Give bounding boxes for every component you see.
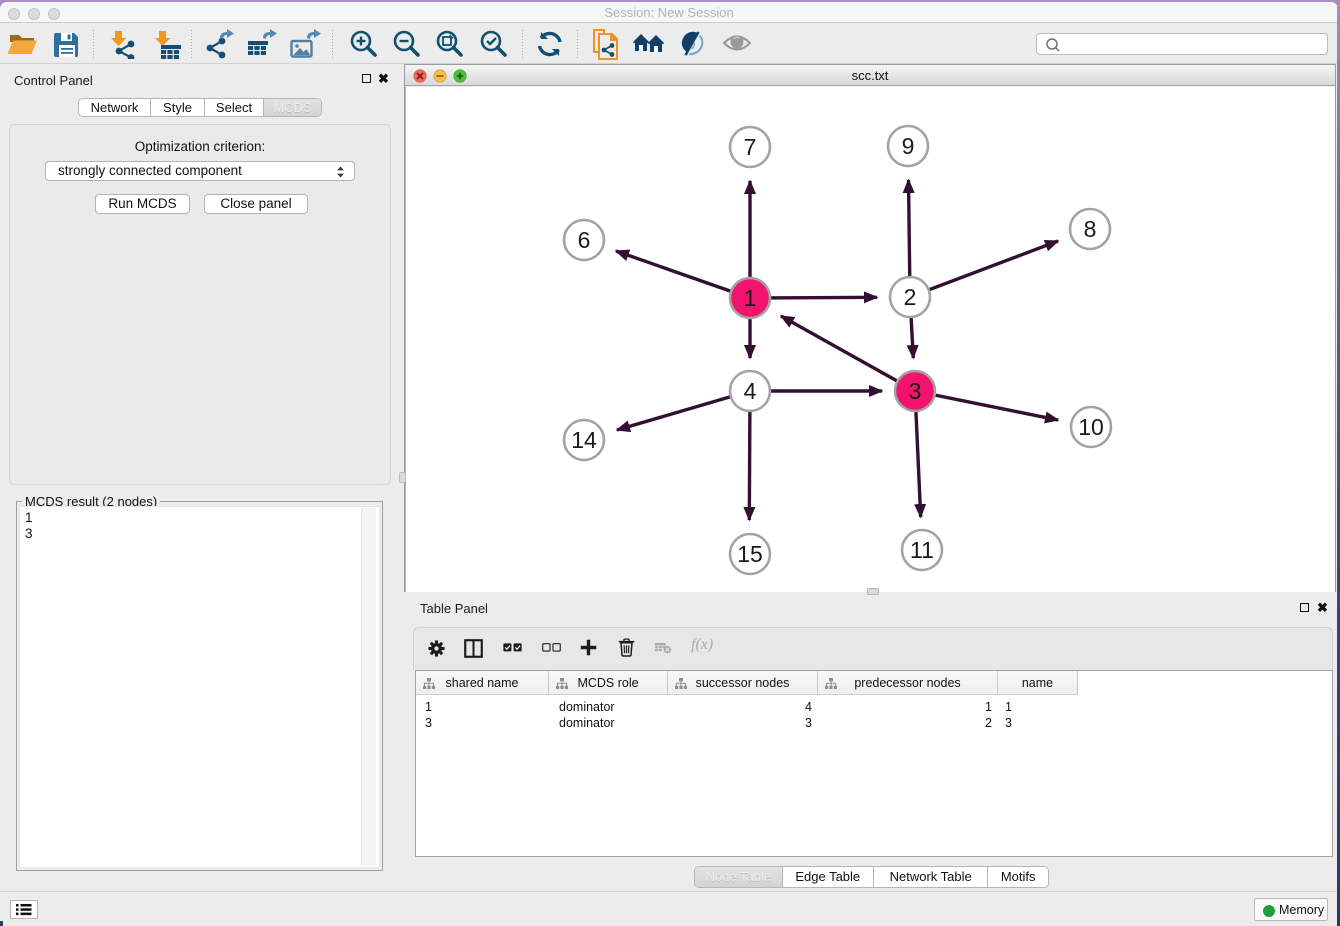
svg-text:9: 9 xyxy=(902,133,915,159)
svg-text:14: 14 xyxy=(571,427,597,453)
svg-text:15: 15 xyxy=(737,541,763,567)
svg-text:10: 10 xyxy=(1078,414,1104,440)
svg-text:6: 6 xyxy=(578,227,591,253)
svg-text:11: 11 xyxy=(910,537,934,563)
svg-text:4: 4 xyxy=(744,378,757,404)
svg-text:7: 7 xyxy=(744,134,757,160)
svg-text:8: 8 xyxy=(1084,216,1097,242)
svg-text:1: 1 xyxy=(744,285,757,311)
svg-text:2: 2 xyxy=(904,284,917,310)
svg-text:3: 3 xyxy=(909,378,922,404)
